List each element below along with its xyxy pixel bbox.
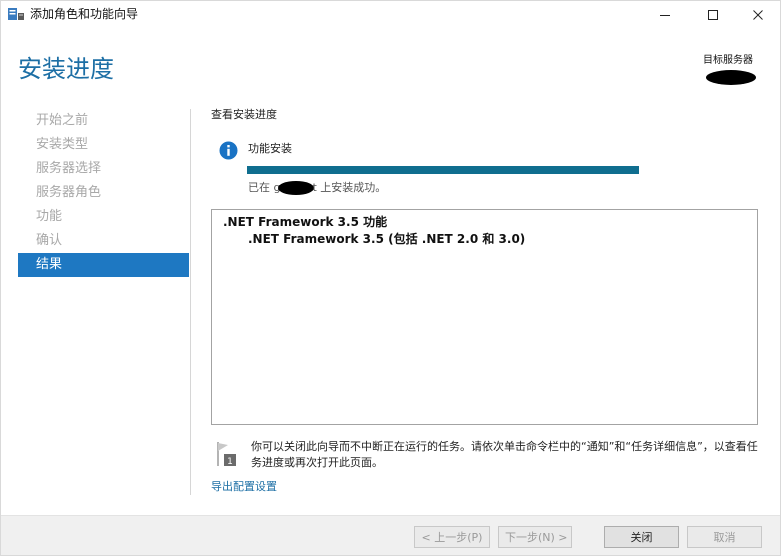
target-server-label: 目标服务器 bbox=[703, 55, 753, 66]
window-title: 添加角色和功能向导 bbox=[30, 7, 139, 21]
flag-notification-icon: 1 bbox=[217, 442, 236, 467]
nav-item-server-roles[interactable]: 服务器角色 bbox=[18, 181, 189, 205]
title-bar: 添加角色和功能向导 bbox=[1, 1, 780, 29]
section-heading: 查看安装进度 bbox=[211, 108, 277, 121]
svg-text:1: 1 bbox=[227, 457, 233, 467]
server-manager-icon bbox=[8, 8, 24, 20]
feature-install-label: 功能安装 bbox=[248, 142, 292, 155]
redacted-server-name bbox=[706, 70, 756, 85]
wizard-nav: 开始之前 安装类型 服务器选择 服务器角色 功能 确认 结果 bbox=[18, 109, 189, 277]
redacted-server-name-inline bbox=[278, 181, 315, 195]
nav-item-label: 服务器角色 bbox=[36, 185, 102, 200]
page-title: 安装进度 bbox=[18, 55, 114, 83]
close-window-button[interactable] bbox=[735, 1, 781, 29]
nav-item-label: 确认 bbox=[36, 233, 63, 248]
next-button[interactable]: 下一步(N) > bbox=[498, 526, 572, 548]
install-progress-bar bbox=[247, 166, 639, 174]
nav-item-label: 安装类型 bbox=[36, 137, 89, 152]
nav-item-server-selection[interactable]: 服务器选择 bbox=[18, 157, 189, 181]
nav-item-features[interactable]: 功能 bbox=[18, 205, 189, 229]
nav-item-label: 功能 bbox=[36, 209, 63, 224]
export-config-link[interactable]: 导出配置设置 bbox=[211, 480, 277, 494]
nav-item-label: 服务器选择 bbox=[36, 161, 102, 176]
minimize-icon bbox=[660, 15, 670, 16]
maximize-button[interactable] bbox=[690, 1, 736, 29]
nav-item-before-you-begin[interactable]: 开始之前 bbox=[18, 109, 189, 133]
install-status-text: 已在 g t 上安装成功。 bbox=[248, 181, 386, 195]
info-icon bbox=[219, 141, 238, 160]
status-suffix: t 上安装成功。 bbox=[312, 181, 387, 194]
results-box[interactable]: .NET Framework 3.5 功能 .NET Framework 3.5… bbox=[211, 209, 758, 425]
close-button[interactable]: 关闭 bbox=[604, 526, 679, 548]
status-prefix: 已在 g bbox=[248, 181, 281, 194]
note-text: 你可以关闭此向导而不中断正在运行的任务。请依次单击命令栏中的“通知”和“任务详细… bbox=[251, 440, 758, 469]
maximize-icon bbox=[708, 10, 718, 20]
nav-item-label: 开始之前 bbox=[36, 113, 89, 128]
result-feature-sub: .NET Framework 3.5 (包括 .NET 2.0 和 3.0) bbox=[248, 232, 526, 246]
nav-item-label: 结果 bbox=[36, 257, 63, 272]
nav-item-results[interactable]: 结果 bbox=[18, 253, 189, 277]
nav-item-confirmation[interactable]: 确认 bbox=[18, 229, 189, 253]
nav-divider bbox=[190, 109, 191, 495]
close-icon bbox=[753, 10, 763, 20]
previous-button[interactable]: < 上一步(P) bbox=[414, 526, 490, 548]
minimize-button[interactable] bbox=[642, 1, 688, 29]
wizard-window: 添加角色和功能向导 安装进度 目标服务器 开始之前 安装类型 服务器选择 服务器… bbox=[0, 0, 781, 556]
progress-fill bbox=[247, 166, 639, 174]
result-feature-title: .NET Framework 3.5 功能 bbox=[223, 215, 388, 229]
nav-item-installation-type[interactable]: 安装类型 bbox=[18, 133, 189, 157]
cancel-button[interactable]: 取消 bbox=[687, 526, 762, 548]
wizard-footer: < 上一步(P) 下一步(N) > 关闭 取消 bbox=[1, 515, 780, 555]
